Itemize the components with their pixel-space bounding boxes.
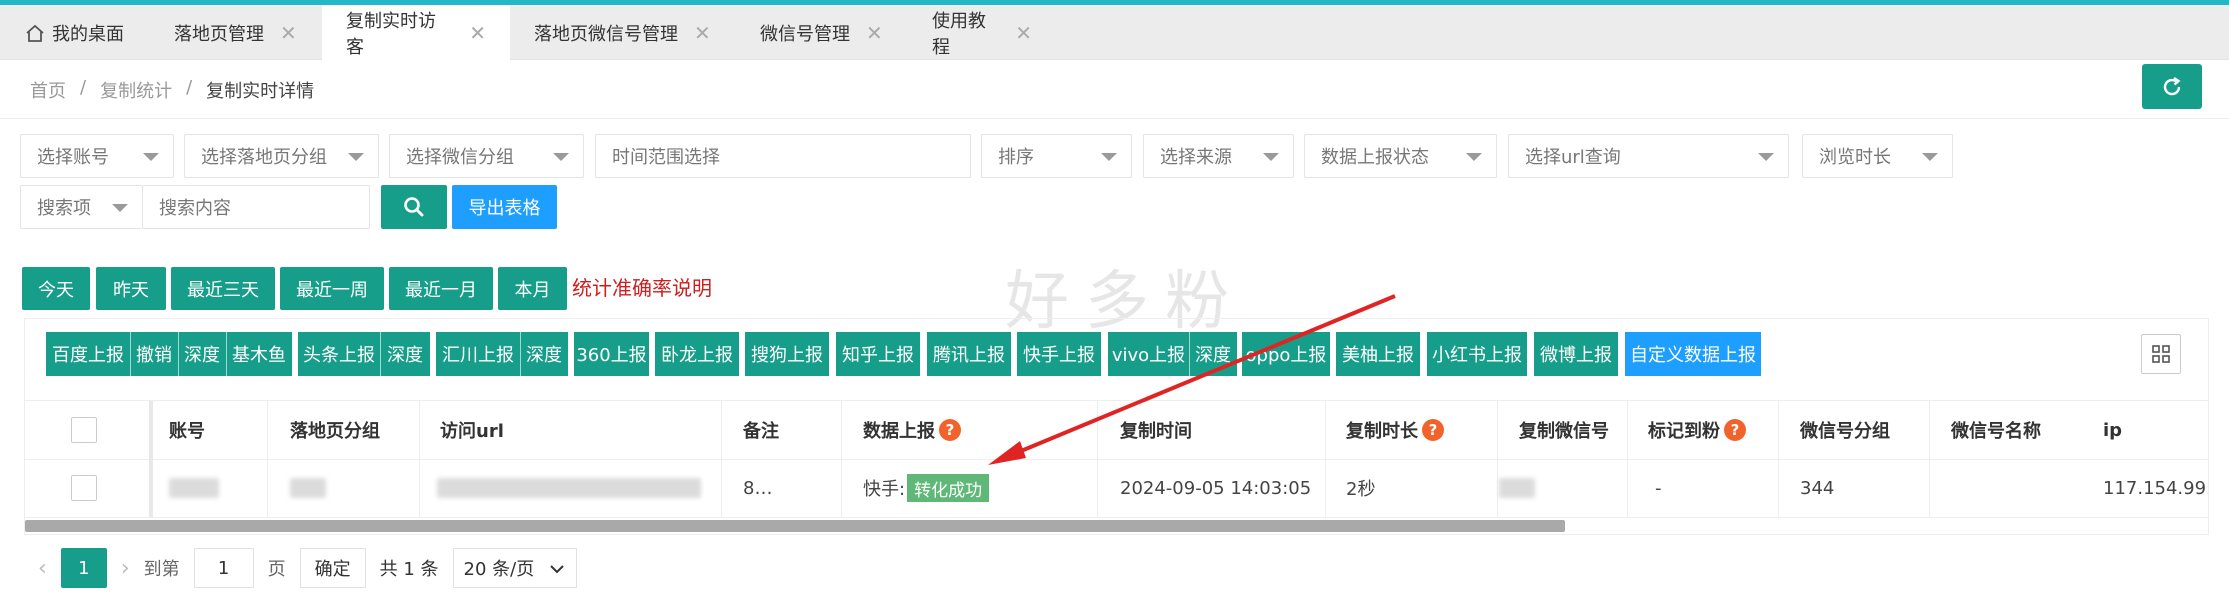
page: 我的桌面 落地页管理 ✕ 复制实时访客 ✕ 落地页微信号管理 ✕ 微信号管理 ✕… bbox=[0, 0, 2229, 616]
annotation-arrow bbox=[988, 294, 1396, 465]
